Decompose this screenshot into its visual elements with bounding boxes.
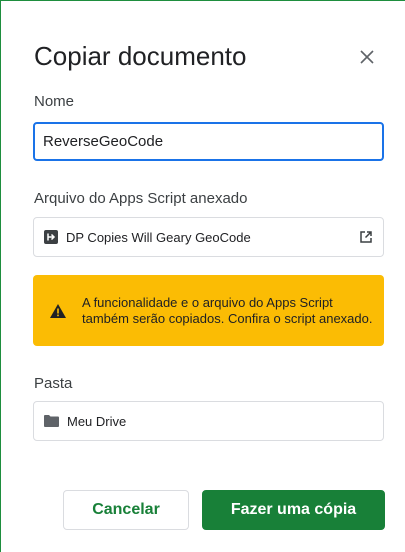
folder-selector[interactable]: Meu Drive — [33, 401, 384, 441]
open-in-new-icon[interactable] — [359, 230, 373, 244]
name-label: Nome — [34, 93, 75, 110]
folder-label: Pasta — [34, 375, 73, 392]
name-input[interactable] — [33, 122, 384, 161]
attached-script-field: DP Copies Will Geary GeoCode — [33, 217, 384, 257]
make-copy-button[interactable]: Fazer uma cópia — [202, 490, 385, 530]
close-button[interactable] — [353, 43, 381, 71]
dialog-title: Copiar documento — [34, 41, 247, 71]
apps-script-icon — [44, 230, 58, 244]
attached-script-name: DP Copies Will Geary GeoCode — [66, 229, 251, 245]
copy-document-dialog: Copiar documento Nome Arquivo do Apps Sc… — [0, 0, 405, 552]
warning-text: A funcionalidade e o arquivo do Apps Scr… — [82, 294, 373, 326]
folder-icon — [44, 415, 59, 427]
folder-name: Meu Drive — [67, 413, 127, 429]
close-icon — [360, 50, 374, 64]
script-label: Arquivo do Apps Script anexado — [34, 190, 248, 207]
warning-icon — [50, 303, 66, 318]
warning-banner: A funcionalidade e o arquivo do Apps Scr… — [33, 275, 384, 346]
cancel-button[interactable]: Cancelar — [63, 490, 189, 530]
